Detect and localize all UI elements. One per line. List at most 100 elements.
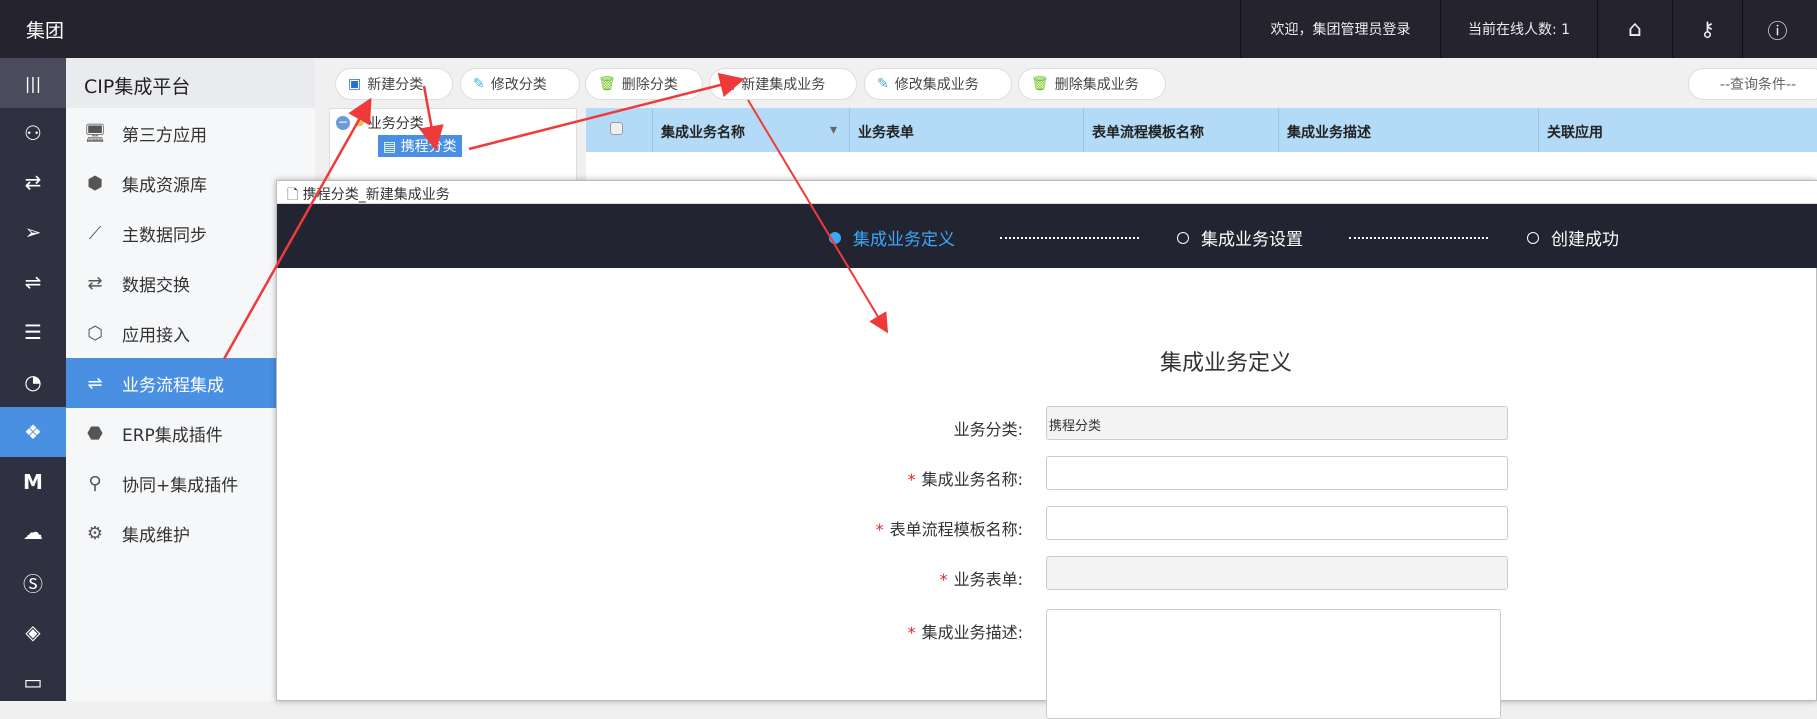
folder-icon: ▰ xyxy=(354,115,365,131)
wizard-stepper: 集成业务定义 集成业务设置 创建成功 xyxy=(277,204,1817,268)
required-mark: * xyxy=(939,570,948,589)
step-label: 集成业务定义 xyxy=(853,230,955,250)
label-text: 集成业务描述: xyxy=(921,623,1023,642)
menu-label: 主数据同步 xyxy=(122,225,207,246)
edit-category-button[interactable]: ✎ 修改分类 xyxy=(460,68,580,100)
menu-label: 集成资源库 xyxy=(122,175,207,196)
business-name-input[interactable] xyxy=(1046,456,1508,490)
field-label: * 集成业务名称: xyxy=(803,466,1023,490)
column-header[interactable]: 集成业务描述 xyxy=(1279,108,1539,152)
column-header[interactable]: 表单流程模板名称 xyxy=(1084,108,1279,152)
tree-node-label: 携程分类 xyxy=(400,139,457,155)
delete-business-button[interactable]: 🗑 删除集成业务 xyxy=(1018,68,1166,100)
button-label: 修改集成业务 xyxy=(894,77,979,93)
sort-down-icon[interactable]: ▾ xyxy=(830,122,837,138)
label-text: 集成业务名称: xyxy=(921,470,1023,489)
icon-sidebar: ||| ⚇ ⇄ ➢ ⇌ ☰ ◔ ❖ M ☁ Ⓢ ◈ ▭ xyxy=(0,58,66,701)
dashboard-icon[interactable]: ◔ xyxy=(0,357,66,407)
key-icon[interactable]: ⚷ xyxy=(1672,0,1742,58)
template-name-input[interactable] xyxy=(1046,506,1508,540)
button-label: 修改分类 xyxy=(490,77,547,93)
monitor-icon: 🖥 xyxy=(83,122,107,144)
send-icon[interactable]: ➢ xyxy=(0,207,66,257)
usb-icon: ⬢ xyxy=(87,172,103,194)
page-icon: 🗋 xyxy=(287,187,303,203)
dialog-title: 携程分类_新建集成业务 xyxy=(302,187,450,203)
database-icon[interactable]: ☰ xyxy=(0,307,66,357)
button-label: 新建分类 xyxy=(367,77,424,93)
business-grid: 集成业务名称 ▾ 业务表单 表单流程模板名称 集成业务描述 关联应用 xyxy=(586,108,1817,188)
plugin-icon[interactable]: ◈ xyxy=(0,607,66,657)
dialog-title-bar[interactable]: 🗋 携程分类_新建集成业务 xyxy=(277,181,1817,204)
erp-icon: ⬣ xyxy=(87,422,103,444)
flow-icon[interactable]: ⇌ xyxy=(0,257,66,307)
step-active-dot-icon xyxy=(829,231,841,244)
business-form-input[interactable] xyxy=(1046,556,1508,590)
menu-label: 集成维护 xyxy=(122,525,190,546)
required-mark: * xyxy=(907,470,916,489)
home-icon[interactable]: ⌂ xyxy=(1597,0,1672,58)
edit-icon: ✎ xyxy=(473,76,485,92)
tree-root-label: 业务分类 xyxy=(367,116,424,132)
file-icon: ▤ xyxy=(383,139,401,155)
transfer-icon[interactable]: ⇄ xyxy=(0,157,66,207)
flow-icon: ⇌ xyxy=(87,372,103,394)
business-category-input[interactable]: 携程分类 xyxy=(1046,406,1508,440)
tree-root[interactable]: − ▰ 业务分类 xyxy=(336,113,424,133)
business-description-textarea[interactable] xyxy=(1046,609,1501,719)
column-header[interactable]: 业务表单 xyxy=(850,108,1084,152)
apps-icon[interactable]: ❖ xyxy=(0,407,66,457)
column-header[interactable]: 关联应用 xyxy=(1539,108,1817,152)
edit-icon: ✎ xyxy=(877,76,889,92)
menu-title: CIP集成平台 xyxy=(66,58,315,108)
field-label: 业务分类: xyxy=(803,416,1023,440)
new-file-icon: ▣ xyxy=(348,76,362,92)
m-icon[interactable]: M xyxy=(0,457,66,507)
tree-node-ctrip[interactable]: ▤ 携程分类 xyxy=(378,135,462,157)
grid-header: 集成业务名称 ▾ 业务表单 表单流程模板名称 集成业务描述 关联应用 xyxy=(586,108,1817,152)
monitor-icon[interactable]: ▭ xyxy=(0,657,66,707)
menu-label: 业务流程集成 xyxy=(122,375,224,396)
online-count: 当前在线人数: 1 xyxy=(1440,0,1597,58)
field-label: * 业务表单: xyxy=(803,566,1023,590)
collapse-menu-icon[interactable]: ||| xyxy=(0,58,66,108)
required-mark: * xyxy=(875,520,884,539)
step-label: 集成业务设置 xyxy=(1201,230,1303,250)
step-connector xyxy=(1349,237,1488,239)
label-text: 业务表单: xyxy=(953,570,1023,589)
button-label: 删除分类 xyxy=(621,77,678,93)
column-label: 集成业务名称 xyxy=(661,125,745,141)
s-logo-icon[interactable]: Ⓢ xyxy=(0,557,66,607)
org-chart-icon[interactable]: ⚇ xyxy=(0,108,66,158)
new-file-icon: ▣ xyxy=(722,76,736,92)
new-business-button[interactable]: ▣ 新建集成业务 xyxy=(709,68,857,100)
line-chart-icon: ⟋ xyxy=(88,222,102,244)
new-business-dialog: 🗋 携程分类_新建集成业务 集成业务定义 集成业务设置 创建成功 集成业务定义 … xyxy=(276,180,1817,719)
chat-icon[interactable]: ☁ xyxy=(0,507,66,557)
step-2: 集成业务设置 xyxy=(1177,225,1303,250)
required-mark: * xyxy=(907,623,916,642)
field-label: * 表单流程模板名称: xyxy=(803,516,1023,540)
select-all-checkbox[interactable] xyxy=(586,108,653,152)
delete-category-button[interactable]: 🗑 删除分类 xyxy=(585,68,703,100)
label-text: 业务分类: xyxy=(953,420,1023,439)
menu-item-third-party[interactable]: 🖥 第三方应用 xyxy=(66,108,315,158)
step-3: 创建成功 xyxy=(1527,225,1619,250)
welcome-text: 欢迎，集团管理员登录 xyxy=(1240,0,1440,58)
column-header[interactable]: 集成业务名称 ▾ xyxy=(653,108,850,152)
edit-business-button[interactable]: ✎ 修改集成业务 xyxy=(864,68,1012,100)
query-condition-select[interactable]: --查询条件-- xyxy=(1688,68,1817,100)
step-1: 集成业务定义 xyxy=(829,225,955,250)
collapse-icon[interactable]: − xyxy=(336,116,350,130)
cube-icon: ⬡ xyxy=(87,322,103,344)
new-category-button[interactable]: ▣ 新建分类 xyxy=(335,68,453,100)
menu-label: 协同+集成插件 xyxy=(122,475,239,496)
help-icon[interactable]: ⓘ xyxy=(1742,0,1812,58)
brand: 集团 xyxy=(26,20,65,42)
menu-label: 数据交换 xyxy=(122,275,190,296)
trash-icon: 🗑 xyxy=(1031,76,1049,92)
exchange-icon: ⇄ xyxy=(87,272,103,294)
button-label: 新建集成业务 xyxy=(741,77,826,93)
step-dot-icon xyxy=(1177,231,1189,244)
step-label: 创建成功 xyxy=(1551,230,1619,250)
